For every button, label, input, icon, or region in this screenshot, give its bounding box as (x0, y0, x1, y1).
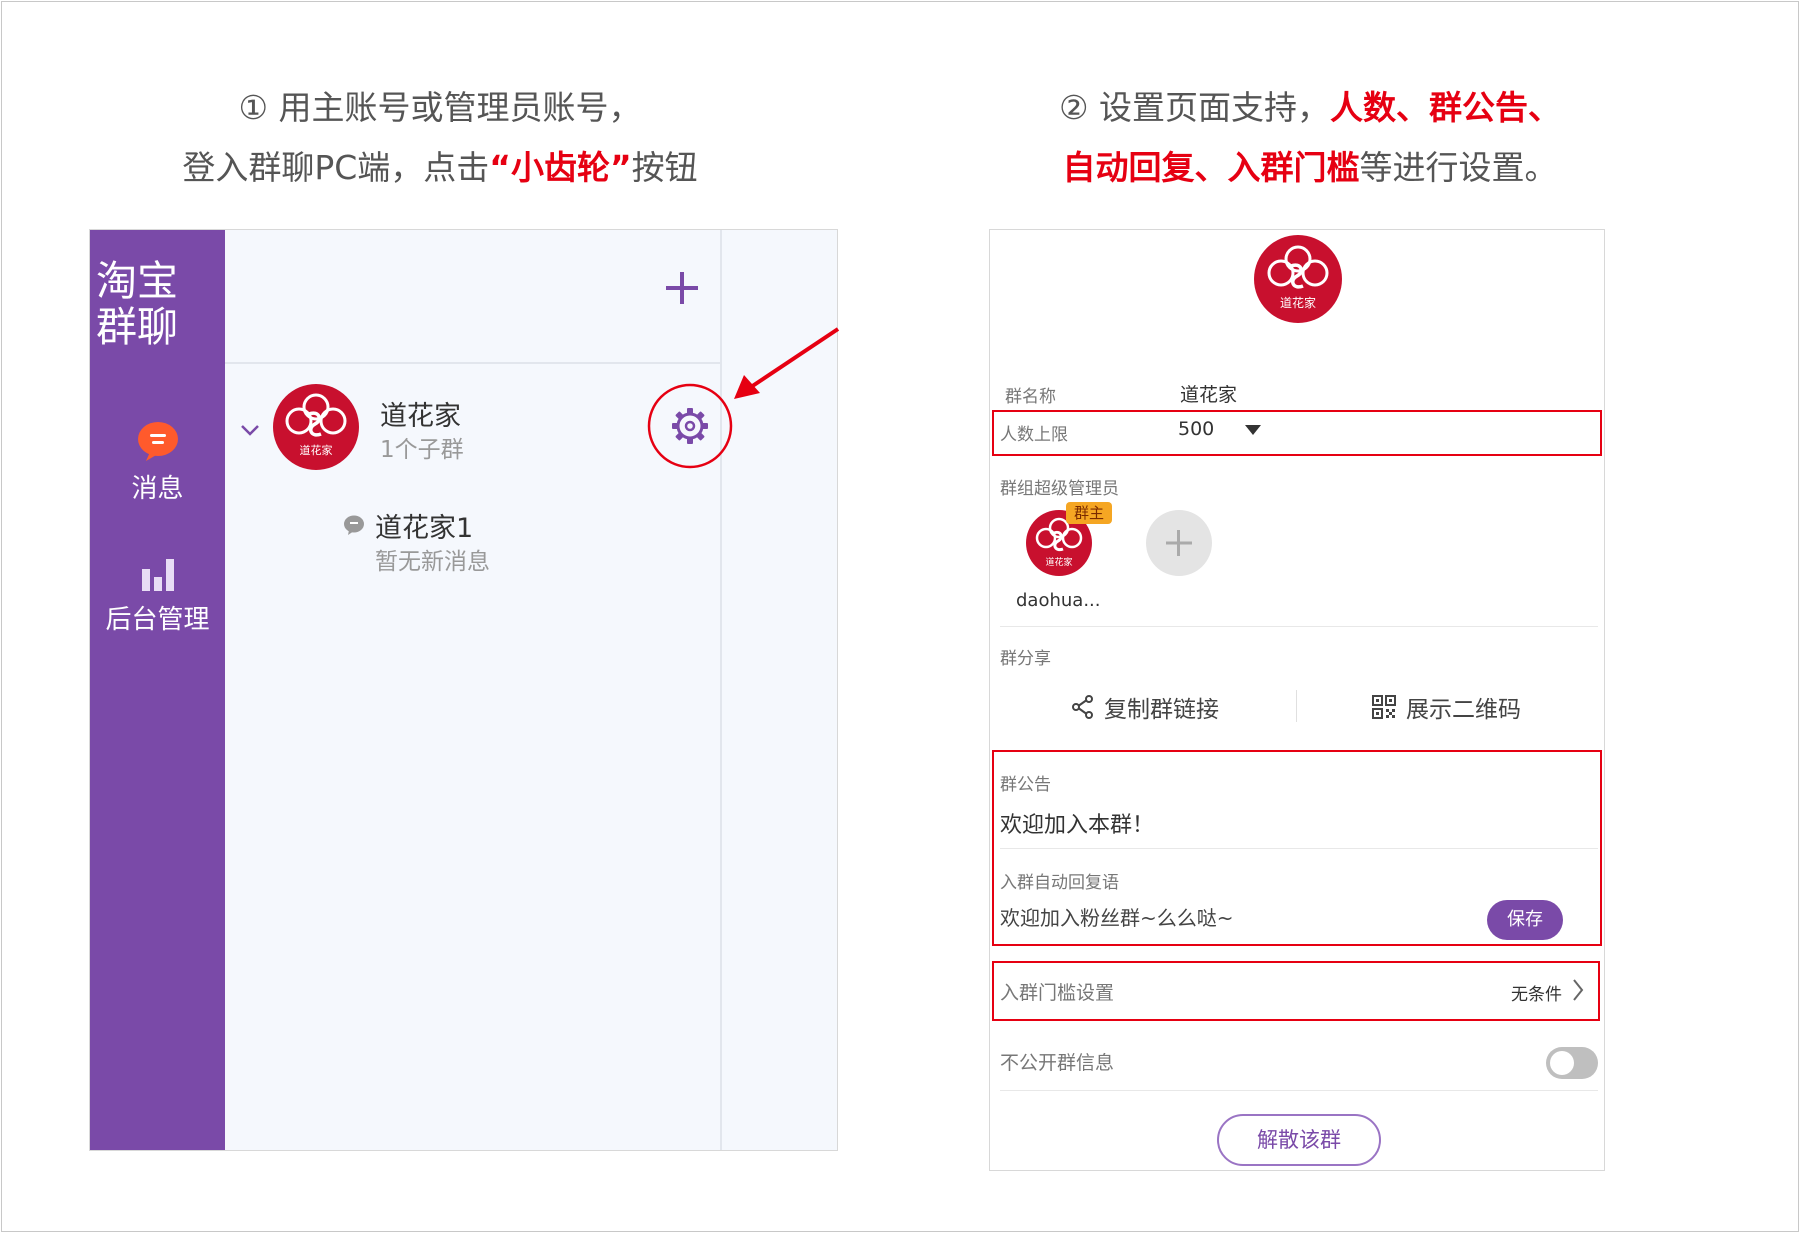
admins-row: 群组超级管理员 (1000, 472, 1598, 499)
logo-line2: 群聊 (96, 303, 178, 351)
copy-link-label: 复制群链接 (1104, 697, 1219, 723)
group-list-column: 道花家 道花家 1个子群 道花家1 暂无新消息 (225, 230, 733, 1150)
nav-label-messages: 消息 (131, 474, 184, 504)
gear-settings-button[interactable] (646, 382, 734, 470)
private-info-label: 不公开群信息 (1000, 1052, 1115, 1074)
auto-reply-input[interactable]: 欢迎加入粉丝群~么么哒~ (1000, 902, 1234, 931)
admin-avatar-text: 道花家 (1045, 556, 1072, 568)
subgroup-last-message: 暂无新消息 (375, 549, 490, 575)
group-avatar-text: 道花家 (300, 443, 333, 457)
show-qr-button[interactable]: 展示二维码 (1372, 690, 1521, 724)
step2-highlight-2: 自动回复、入群门槛 (1062, 148, 1360, 187)
step1-line1: ① 用主账号或管理员账号， (238, 88, 642, 127)
caret-down-icon[interactable] (1244, 424, 1262, 436)
group-name-value: 道花家 (1180, 384, 1238, 406)
show-qr-label: 展示二维码 (1406, 697, 1521, 723)
threshold-label: 入群门槛设置 (1000, 982, 1115, 1004)
plus-icon (1166, 530, 1192, 556)
step2-line1: ② 设置页面支持，人数、群公告、 (960, 78, 1660, 138)
qr-code-icon (1372, 695, 1396, 719)
logo-line1: 淘宝 (96, 257, 178, 305)
group-subgroup-count: 1个子群 (380, 437, 464, 463)
notice-label-row: 群公告 (1000, 768, 1598, 795)
nav-label-admin: 后台管理 (105, 605, 210, 635)
member-limit-value[interactable]: 500 (1178, 418, 1214, 440)
group-avatar: 道花家 (273, 384, 359, 470)
divider (1000, 626, 1598, 627)
owner-badge: 群主 (1066, 502, 1112, 524)
notice-input[interactable]: 欢迎加入本群！ (1000, 807, 1154, 839)
member-limit-row[interactable]: 人数上限 500 (1000, 418, 1598, 446)
step1-line2: 登入群聊PC端，点击“小齿轮”按钮 (120, 138, 760, 198)
bar-chart-icon (141, 559, 174, 591)
toggle-knob (1550, 1051, 1574, 1075)
pointer-arrow (734, 327, 840, 399)
divider (1000, 1090, 1598, 1091)
group-name-label: 群名称 (1005, 387, 1056, 407)
dismiss-group-button[interactable]: 解散该群 (1217, 1114, 1381, 1166)
share-icon (1072, 695, 1093, 719)
gear-icon (672, 408, 708, 444)
group-settings-panel: 道花家 群名称 道花家 人数上限 500 群组超级管理员 道花家 群主 daoh… (989, 229, 1605, 1171)
step1-text-c: 按钮 (631, 148, 698, 187)
step2-highlight-1: 人数、群公告、 (1330, 88, 1562, 127)
threshold-row[interactable]: 入群门槛设置 无条件 (1000, 976, 1598, 1006)
admins-label: 群组超级管理员 (1000, 479, 1119, 499)
threshold-value: 无条件 (1511, 985, 1562, 1005)
step1-highlight: “小齿轮” (489, 148, 632, 187)
share-label: 群分享 (1000, 649, 1051, 669)
admin-name: daohua... (1016, 590, 1101, 611)
step2-text-a: ② 设置页面支持， (1058, 88, 1331, 127)
add-group-plus-icon[interactable] (662, 268, 702, 308)
group-name-row: 群名称 道花家 (1000, 380, 1598, 407)
share-row: 群分享 (1000, 642, 1598, 669)
subgroup-name: 道花家1 (375, 513, 474, 544)
private-info-row: 不公开群信息 (1000, 1046, 1598, 1076)
group-chat-window: 淘宝 群聊 消息 后台管理 道花家 道花家 1个子群 道花家1 暂无新消息 (89, 229, 838, 1151)
member-limit-label: 人数上限 (1000, 425, 1068, 445)
auto-reply-label: 入群自动回复语 (1000, 873, 1119, 893)
private-info-toggle[interactable] (1546, 1047, 1598, 1079)
message-bubble-icon (344, 515, 364, 535)
sidebar: 淘宝 群聊 消息 后台管理 (90, 230, 225, 1150)
chevron-right-icon[interactable] (1572, 978, 1584, 1002)
notice-label: 群公告 (1000, 775, 1051, 795)
subgroup-list-item[interactable]: 道花家1 暂无新消息 (225, 502, 720, 582)
chevron-down-icon[interactable] (239, 422, 261, 438)
group-list-item[interactable]: 道花家 道花家 1个子群 (225, 370, 733, 490)
copy-link-button[interactable]: 复制群链接 (1072, 690, 1219, 724)
nav-item-admin[interactable]: 后台管理 (90, 555, 225, 636)
step2-line2: 自动回复、入群门槛等进行设置。 (960, 138, 1660, 198)
group-logo: 道花家 (1254, 235, 1342, 323)
save-button[interactable]: 保存 (1487, 900, 1563, 940)
add-admin-button[interactable] (1146, 510, 1212, 576)
app-logo: 淘宝 群聊 (96, 258, 221, 350)
share-divider (1296, 690, 1297, 722)
group-logo-text: 道花家 (1280, 295, 1316, 310)
step2-caption: ② 设置页面支持，人数、群公告、 自动回复、入群门槛等进行设置。 (960, 78, 1660, 198)
list-top-bar (225, 230, 720, 364)
chat-bubble-icon (137, 422, 178, 461)
divider (1000, 848, 1598, 849)
nav-item-messages[interactable]: 消息 (90, 420, 225, 505)
step1-caption: ① 用主账号或管理员账号， 登入群聊PC端，点击“小齿轮”按钮 (120, 78, 760, 198)
group-name: 道花家 (380, 401, 461, 432)
auto-reply-label-row: 入群自动回复语 (1000, 866, 1598, 893)
step2-text-b: 等进行设置。 (1359, 148, 1558, 187)
step1-text-a: 登入群聊PC端，点击 (182, 148, 490, 187)
